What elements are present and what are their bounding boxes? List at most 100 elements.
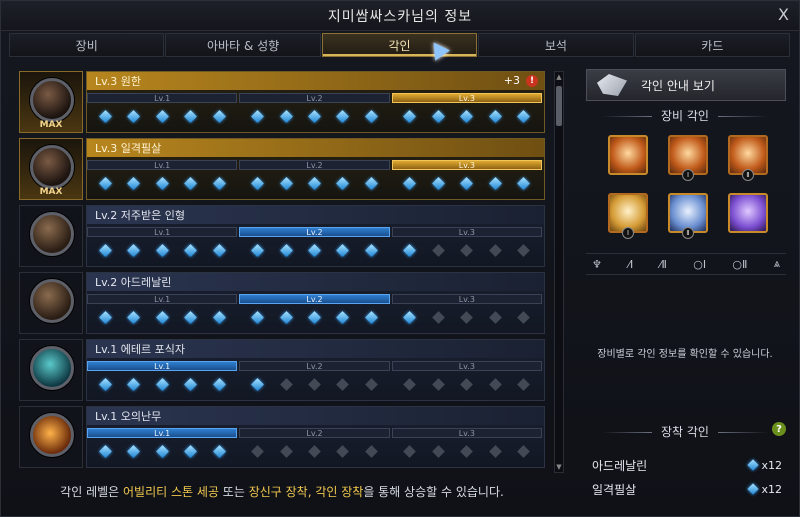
equipment-type-icons: ♆ ⁄Ⅰ ⁄Ⅱ ○Ⅰ ○Ⅱ ⩓ xyxy=(586,253,786,275)
ring-slot-1-icon[interactable]: Ⅰ xyxy=(608,193,648,239)
emblem-icon xyxy=(30,346,74,390)
level-bar: Lv.2 xyxy=(239,160,390,170)
node-gem-icon xyxy=(747,483,760,495)
engraving-emblem xyxy=(19,272,83,334)
node-gem-icon xyxy=(403,176,417,190)
node-gem-icon xyxy=(212,176,226,190)
tab-avatar[interactable]: 아바타 & 성향 xyxy=(165,33,321,57)
node-gem-icon xyxy=(212,243,226,257)
node-gem-empty-icon xyxy=(336,444,350,458)
earring-1-icon[interactable]: ⁄Ⅰ xyxy=(628,254,633,274)
level-bar-active: Lv.1 xyxy=(87,428,238,438)
tab-equipment[interactable]: 장비 xyxy=(9,33,165,57)
node-gem-icon xyxy=(127,109,141,123)
level-track: Lv.1 Lv.2 Lv.3 xyxy=(87,361,544,401)
ring-1-icon[interactable]: ○Ⅰ xyxy=(693,254,706,274)
node-gem-icon xyxy=(488,109,502,123)
ring-slot-2-icon[interactable]: Ⅱ xyxy=(668,193,708,239)
equip-engraving-title: 장비 각인 xyxy=(578,107,792,124)
level-segment: Lv.1 xyxy=(87,361,238,401)
engraving-row[interactable]: MAX Lv.3 원한 +3 ! Lv.1 Lv.2 Lv.3 xyxy=(19,71,545,133)
level-bar: Lv.1 xyxy=(87,160,238,170)
level-segment: Lv.1 xyxy=(87,160,238,200)
count-value: x12 xyxy=(761,458,782,472)
scroll-down-icon[interactable]: ▼ xyxy=(555,462,563,472)
engraving-row[interactable]: Lv.1 에테르 포식자 Lv.1 Lv.2 Lv.3 xyxy=(19,339,545,401)
node-gem-empty-icon xyxy=(488,444,502,458)
ability-stone-icon[interactable]: ⩓ xyxy=(774,254,780,274)
node-gem-empty-icon xyxy=(364,444,378,458)
footer-highlight: 장신구 장착, 각인 장착 xyxy=(248,485,364,499)
node-gem-icon xyxy=(127,176,141,190)
equipped-engraving-row[interactable]: 일격필살 x12 xyxy=(592,477,782,501)
level-bar: Lv.1 xyxy=(87,227,238,237)
earring-2-icon[interactable]: ⁄Ⅱ xyxy=(660,254,667,274)
engraving-side-panel: 각인 안내 보기 장비 각인 Ⅰ Ⅱ Ⅰ Ⅱ ♆ ⁄Ⅰ ⁄Ⅱ ○Ⅰ ○Ⅱ ⩓ 장… xyxy=(578,63,792,511)
node-gem-empty-icon xyxy=(431,243,445,257)
engraving-row[interactable]: Lv.1 오의난무 Lv.1 Lv.2 Lv.3 xyxy=(19,406,545,468)
engraving-emblem: MAX xyxy=(19,138,83,200)
engraving-body: Lv.3 원한 +3 ! Lv.1 Lv.2 Lv.3 xyxy=(86,71,545,133)
list-scrollbar[interactable]: ▲ ▼ xyxy=(554,71,564,473)
earring-slot-1-icon[interactable]: Ⅰ xyxy=(668,135,708,181)
max-badge: MAX xyxy=(39,120,63,130)
tab-card[interactable]: 카드 xyxy=(634,33,791,57)
engraving-guide-button[interactable]: 각인 안내 보기 xyxy=(586,69,786,101)
engraving-body: Lv.3 일격필살 Lv.1 Lv.2 Lv.3 xyxy=(86,138,545,200)
tab-gem[interactable]: 보석 xyxy=(478,33,634,57)
node-gem-icon xyxy=(98,444,112,458)
node-gem-empty-icon xyxy=(251,444,264,458)
ability-stone-slot-icon[interactable] xyxy=(728,193,768,233)
scroll-up-icon[interactable]: ▲ xyxy=(555,72,563,82)
level-bar-active: Lv.3 xyxy=(391,160,542,170)
level-segment: Lv.2 xyxy=(239,428,390,468)
engraving-row[interactable]: Lv.2 아드레날린 Lv.1 Lv.2 Lv.3 xyxy=(19,272,545,334)
equipment-slot-grid: Ⅰ Ⅱ Ⅰ Ⅱ xyxy=(608,135,768,239)
equipped-engraving-name: 아드레날린 xyxy=(592,458,648,473)
node-gem-empty-icon xyxy=(460,310,474,324)
scroll-thumb[interactable] xyxy=(556,86,562,126)
engraving-bonus: +3 xyxy=(503,74,520,87)
level-segment: Lv.2 xyxy=(239,361,390,401)
node-gem-icon xyxy=(747,459,760,471)
node-gem-icon xyxy=(98,109,112,123)
engraving-emblem: MAX xyxy=(19,71,83,133)
engraving-row[interactable]: Lv.2 저주받은 인형 Lv.1 Lv.2 Lv.3 xyxy=(19,205,545,267)
node-gem-empty-icon xyxy=(308,377,321,391)
node-gem-empty-icon xyxy=(488,310,502,324)
level-segment: Lv.2 xyxy=(239,227,390,267)
emblem-icon xyxy=(30,78,74,122)
node-gem-icon xyxy=(127,243,141,257)
node-gem-icon xyxy=(279,243,293,257)
node-gem-icon xyxy=(184,444,197,458)
engraving-row[interactable]: MAX Lv.3 일격필살 Lv.1 Lv.2 Lv.3 xyxy=(19,138,545,200)
node-gem-icon xyxy=(184,310,197,324)
footer-text: 또는 xyxy=(218,485,249,499)
equipped-engraving-title: 장착 각인 xyxy=(578,423,792,440)
tab-engraving[interactable]: 각인 xyxy=(321,33,478,57)
ring-2-icon[interactable]: ○Ⅱ xyxy=(732,254,747,274)
node-gem-empty-icon xyxy=(460,377,474,391)
earring-slot-2-icon[interactable]: Ⅱ xyxy=(728,135,768,181)
node-gem-icon xyxy=(155,176,169,190)
engraving-footer-note: 각인 레벨은 어빌리티 스톤 세공 또는 장신구 장착, 각인 장착을 통해 상… xyxy=(19,483,545,500)
node-gem-icon xyxy=(212,310,226,324)
engraving-title-bar: Lv.2 저주받은 인형 xyxy=(87,206,544,224)
slot-numeral: Ⅱ xyxy=(742,169,754,181)
node-gem-icon xyxy=(251,109,264,123)
level-segment: Lv.3 xyxy=(391,294,542,334)
necklace-slot-icon[interactable] xyxy=(608,135,648,175)
level-bar: Lv.3 xyxy=(391,428,542,438)
close-icon[interactable]: X xyxy=(778,5,789,24)
necklace-icon[interactable]: ♆ xyxy=(592,254,602,274)
level-bar-active: Lv.3 xyxy=(391,93,542,103)
level-bar: Lv.3 xyxy=(391,294,542,304)
engraving-emblem xyxy=(19,205,83,267)
engraving-title: Lv.3 일격필살 xyxy=(95,142,162,155)
level-track: Lv.1 Lv.2 Lv.3 xyxy=(87,93,544,133)
footer-text: 각인 레벨은 xyxy=(60,485,124,499)
help-icon[interactable]: ? xyxy=(772,422,786,436)
warning-icon[interactable]: ! xyxy=(526,75,538,87)
node-gem-icon xyxy=(517,109,531,123)
equipped-engraving-row[interactable]: 아드레날린 x12 xyxy=(592,453,782,477)
